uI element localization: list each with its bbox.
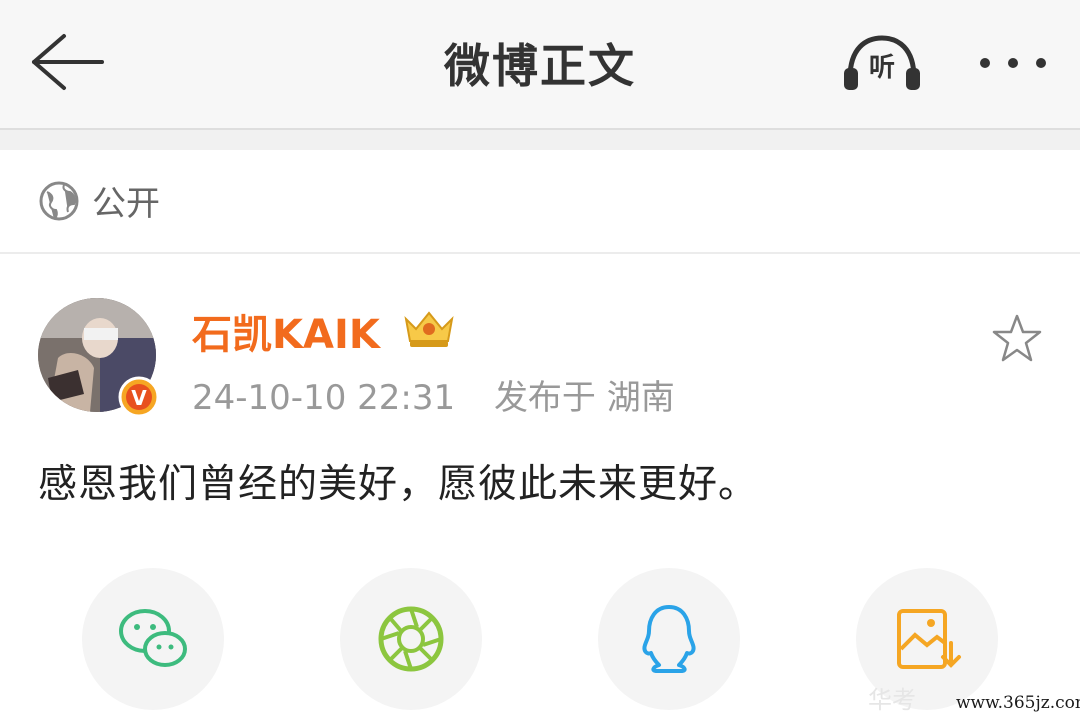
qq-icon bbox=[642, 605, 696, 673]
share-moments-button[interactable] bbox=[340, 568, 482, 710]
post-meta: 24-10-10 22:31 发布于 湖南 bbox=[192, 370, 703, 419]
post-timestamp: 24-10-10 22:31 bbox=[192, 378, 456, 418]
save-image-icon bbox=[897, 609, 961, 669]
verified-badge-letter: V bbox=[131, 386, 147, 410]
listen-button[interactable]: 听 bbox=[842, 34, 922, 92]
member-crown-icon bbox=[404, 311, 454, 347]
moments-icon bbox=[378, 606, 444, 672]
watermark-faint: 华考 bbox=[868, 686, 916, 714]
favorite-star-icon[interactable] bbox=[990, 312, 1044, 366]
share-qq-button[interactable] bbox=[598, 568, 740, 710]
share-wechat-button[interactable] bbox=[82, 568, 224, 710]
headphones-icon: 听 bbox=[844, 35, 920, 90]
visibility-row: 公开 bbox=[0, 150, 1080, 254]
verified-badge-icon: V bbox=[118, 376, 160, 418]
top-navigation-bar: 微博正文 听 bbox=[0, 0, 1080, 130]
watermark-url: www.365jz.com bbox=[956, 693, 1080, 713]
post-text: 感恩我们曾经的美好，愿彼此未来更好。 bbox=[38, 462, 759, 507]
section-divider bbox=[0, 130, 1080, 150]
visibility-label: 公开 bbox=[92, 184, 160, 224]
globe-icon bbox=[39, 181, 79, 221]
more-options-icon[interactable] bbox=[975, 48, 1055, 78]
post-location: 发布于 湖南 bbox=[493, 378, 675, 418]
wechat-icon bbox=[119, 609, 187, 667]
author-name[interactable]: 石凯KAIK bbox=[192, 302, 380, 360]
listen-label: 听 bbox=[869, 53, 895, 83]
